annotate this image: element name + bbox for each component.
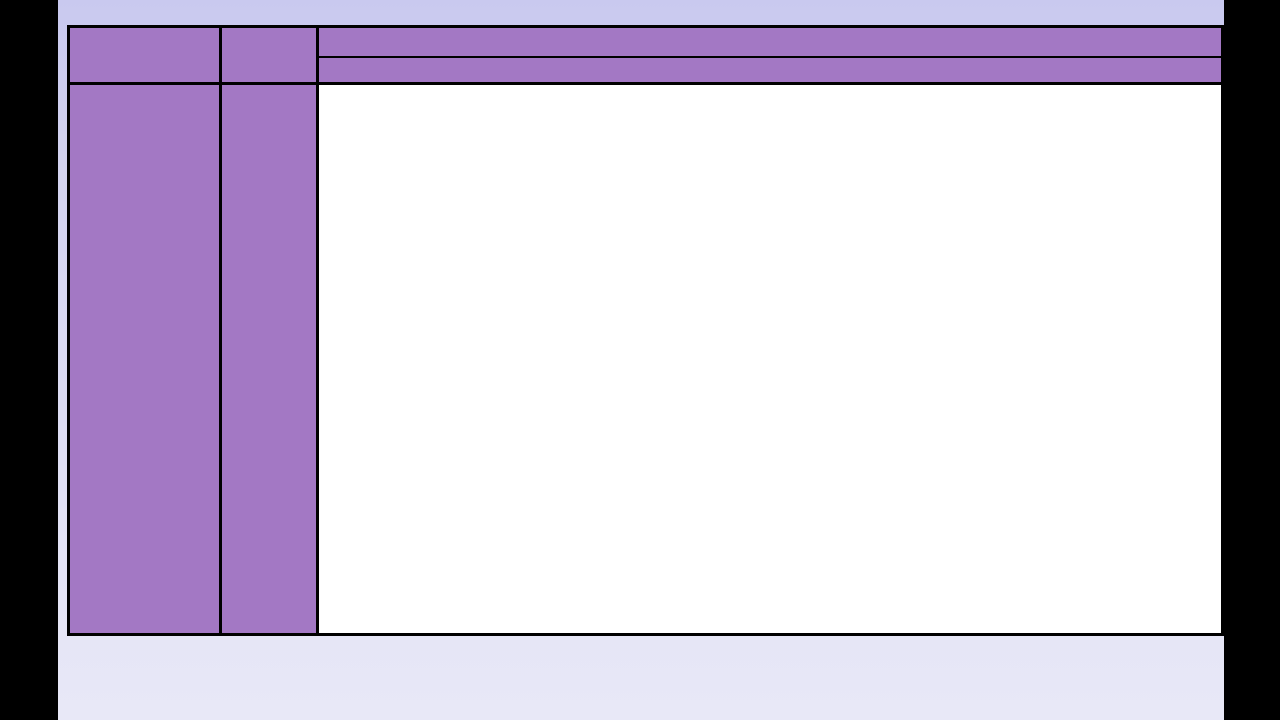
timeline-area bbox=[319, 28, 1221, 633]
milestone-legend bbox=[67, 648, 1224, 706]
gantt-plot-area bbox=[319, 88, 1221, 633]
duration-column bbox=[222, 28, 319, 633]
task-name-column bbox=[70, 28, 222, 633]
slide-page bbox=[58, 0, 1224, 720]
month-header-row bbox=[319, 28, 1221, 56]
week-header-row bbox=[319, 56, 1221, 85]
task-name-header bbox=[70, 28, 219, 85]
gantt-chart bbox=[67, 25, 1224, 636]
duration-header bbox=[222, 28, 316, 85]
screenshot-root bbox=[0, 0, 1280, 720]
